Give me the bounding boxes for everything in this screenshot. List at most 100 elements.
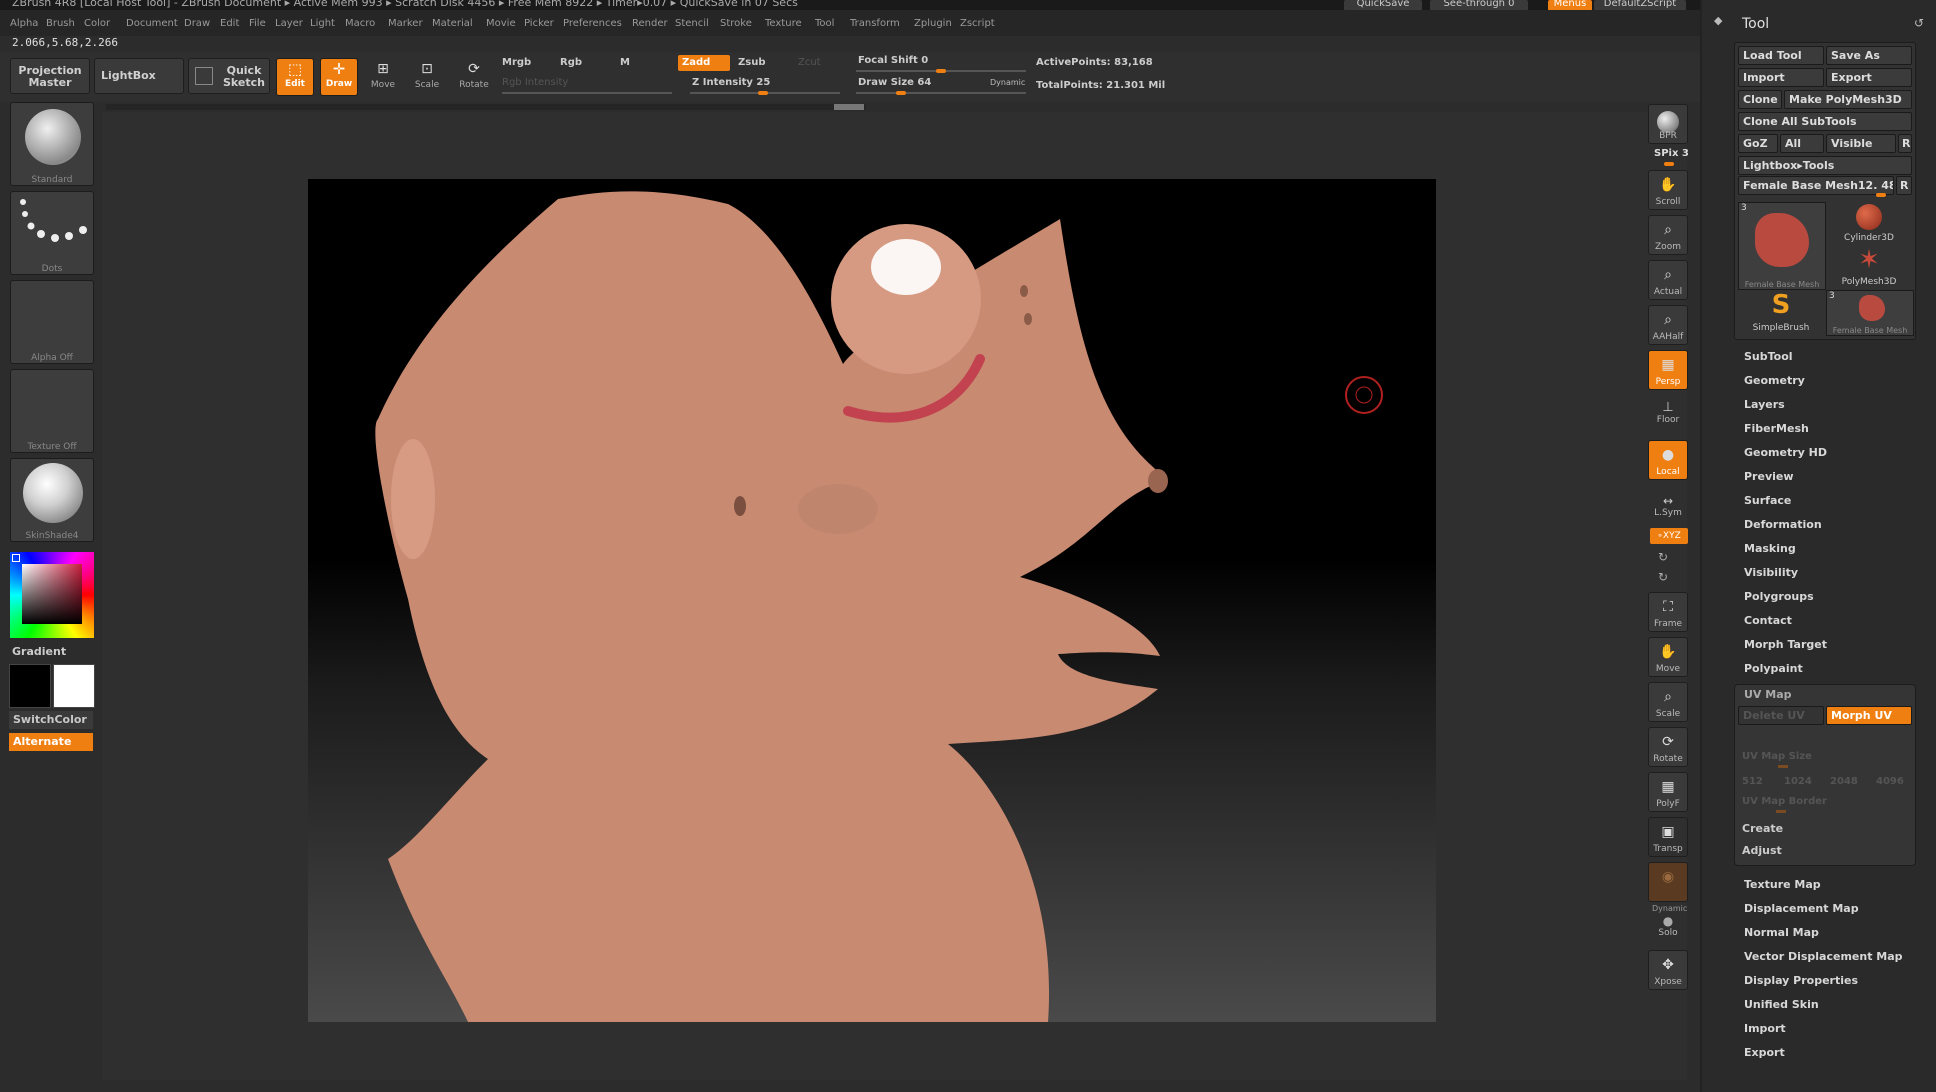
export-button[interactable]: Export (1826, 68, 1912, 87)
model-view[interactable] (308, 179, 1436, 1022)
section-morph-target[interactable]: Morph Target (1744, 638, 1827, 651)
zoom-button[interactable]: ⌕ Zoom (1648, 215, 1688, 255)
save-as-button[interactable]: Save As (1826, 46, 1912, 65)
xyz-button[interactable]: ∘XYZ (1650, 528, 1688, 544)
gradient-label[interactable]: Gradient (12, 645, 66, 658)
alternate-button[interactable]: Alternate (9, 733, 93, 751)
menu-file[interactable]: File (249, 18, 266, 29)
menu-macro[interactable]: Macro (345, 18, 375, 29)
make-polymesh-button[interactable]: Make PolyMesh3D (1784, 90, 1912, 109)
menu-transform[interactable]: Transform (850, 18, 900, 29)
uv-size-1024[interactable]: 1024 (1784, 776, 1812, 787)
rgb-intensity-slider[interactable]: Rgb Intensity (502, 77, 568, 88)
menu-draw[interactable]: Draw (184, 18, 210, 29)
section-masking[interactable]: Masking (1744, 542, 1796, 555)
menu-material[interactable]: Material (432, 18, 473, 29)
menu-brush[interactable]: Brush (46, 18, 75, 29)
transp-button[interactable]: ▣ Transp (1648, 817, 1688, 857)
aahalf-button[interactable]: ⌕ AAHalf (1648, 305, 1688, 345)
menu-tool[interactable]: Tool (815, 18, 834, 29)
m-button[interactable]: M (620, 57, 630, 68)
secondary-color-swatch[interactable] (9, 664, 51, 708)
tool-thumb-female-base-mesh-2[interactable]: 3 Female Base Mesh (1826, 290, 1914, 336)
section-contact[interactable]: Contact (1744, 614, 1792, 627)
uv-adjust-section[interactable]: Adjust (1742, 844, 1782, 857)
scale-button[interactable]: ⊡ Scale (408, 58, 446, 96)
floor-button[interactable]: ⊥ Floor (1648, 400, 1688, 430)
move-button[interactable]: ⊞ Move (364, 58, 402, 96)
local-button[interactable]: ● Local (1648, 440, 1688, 480)
menu-texture[interactable]: Texture (765, 18, 802, 29)
focal-shift-slider[interactable]: Focal Shift 0 (858, 55, 928, 66)
import-button[interactable]: Import (1738, 68, 1824, 87)
uv-map-title[interactable]: UV Map (1744, 688, 1792, 701)
current-tool-slider[interactable]: Female Base Mesh12. 48 (1738, 176, 1894, 195)
brush-thumbnail[interactable]: Standard (10, 102, 94, 186)
polyf-button[interactable]: ▦ PolyF (1648, 772, 1688, 812)
switch-color-button[interactable]: SwitchColor (9, 711, 93, 729)
persp-button[interactable]: ▦ Persp (1648, 350, 1688, 390)
lightbox-button[interactable]: LightBox (94, 58, 184, 94)
menu-zscript[interactable]: Zscript (960, 18, 995, 29)
goz-all-button[interactable]: All (1780, 134, 1824, 153)
menu-edit[interactable]: Edit (220, 18, 239, 29)
rgb-button[interactable]: Rgb (560, 57, 582, 68)
section-display-properties[interactable]: Display Properties (1744, 974, 1858, 987)
draw-size-slider[interactable]: Draw Size 64 (858, 77, 931, 88)
material-thumbnail[interactable]: SkinShade4 (10, 458, 94, 542)
primary-color-swatch[interactable] (53, 664, 95, 708)
uv-map-size-slider[interactable]: UV Map Size (1742, 751, 1812, 762)
section-import[interactable]: Import (1744, 1022, 1786, 1035)
section-layers[interactable]: Layers (1744, 398, 1785, 411)
color-picker[interactable] (10, 552, 94, 638)
draw-button[interactable]: ✛ Draw (320, 58, 358, 96)
menu-layer[interactable]: Layer (275, 18, 303, 29)
menu-movie[interactable]: Movie (486, 18, 516, 29)
xpose-button[interactable]: ✥ Xpose (1648, 950, 1688, 990)
section-vector-displacement-map[interactable]: Vector Displacement Map (1744, 950, 1903, 963)
alpha-thumbnail[interactable]: Alpha Off (10, 280, 94, 364)
section-subtool[interactable]: SubTool (1744, 350, 1793, 363)
morph-uv-button[interactable]: Morph UV (1826, 706, 1912, 725)
menu-document[interactable]: Document (126, 18, 178, 29)
texture-thumbnail[interactable]: Texture Off (10, 369, 94, 453)
menu-marker[interactable]: Marker (388, 18, 423, 29)
section-export[interactable]: Export (1744, 1046, 1785, 1059)
uv-size-512[interactable]: 512 (1742, 776, 1763, 787)
section-polygroups[interactable]: Polygroups (1744, 590, 1814, 603)
zsub-button[interactable]: Zsub (738, 57, 765, 68)
edit-button[interactable]: ⬚ Edit (276, 58, 314, 96)
move-view-button[interactable]: ✋ Move (1648, 637, 1688, 677)
horizontal-scrollbar[interactable] (106, 104, 866, 110)
menu-color[interactable]: Color (84, 18, 110, 29)
section-visibility[interactable]: Visibility (1744, 566, 1798, 579)
clone-all-subtools-button[interactable]: Clone All SubTools (1738, 112, 1912, 131)
delete-uv-button[interactable]: Delete UV (1738, 706, 1824, 725)
section-normal-map[interactable]: Normal Map (1744, 926, 1819, 939)
tool-thumb-polymesh3d[interactable]: ✶ PolyMesh3D (1826, 246, 1912, 288)
focal-shift-knob[interactable] (936, 69, 946, 73)
menu-picker[interactable]: Picker (524, 18, 554, 29)
scrollbar-thumb[interactable] (834, 104, 864, 110)
actual-button[interactable]: ⌕ Actual (1648, 260, 1688, 300)
current-tool-knob[interactable] (1876, 193, 1886, 197)
section-deformation[interactable]: Deformation (1744, 518, 1822, 531)
clone-button[interactable]: Clone (1738, 90, 1782, 109)
section-geometry[interactable]: Geometry (1744, 374, 1805, 387)
solo-button[interactable]: ● Solo (1648, 914, 1688, 944)
rotate-z-icon[interactable]: ↻ (1658, 570, 1668, 584)
goz-r-button[interactable]: R (1898, 134, 1912, 153)
lightbox-tools-button[interactable]: Lightbox▸Tools (1738, 156, 1912, 175)
draw-size-knob[interactable] (896, 91, 906, 95)
menu-preferences[interactable]: Preferences (563, 18, 622, 29)
head-mesh-silhouette[interactable] (375, 191, 1168, 1022)
tool-thumb-cylinder3d[interactable]: Cylinder3D (1826, 202, 1912, 244)
document-viewport[interactable] (308, 179, 1436, 1022)
uv-size-knob[interactable] (1778, 765, 1788, 768)
uv-create-section[interactable]: Create (1742, 822, 1783, 835)
goz-button[interactable]: GoZ (1738, 134, 1778, 153)
stroke-thumbnail[interactable]: Dots (10, 191, 94, 275)
section-texture-map[interactable]: Texture Map (1744, 878, 1821, 891)
uv-border-knob[interactable] (1776, 810, 1786, 813)
rotate-y-icon[interactable]: ↻ (1658, 550, 1668, 564)
